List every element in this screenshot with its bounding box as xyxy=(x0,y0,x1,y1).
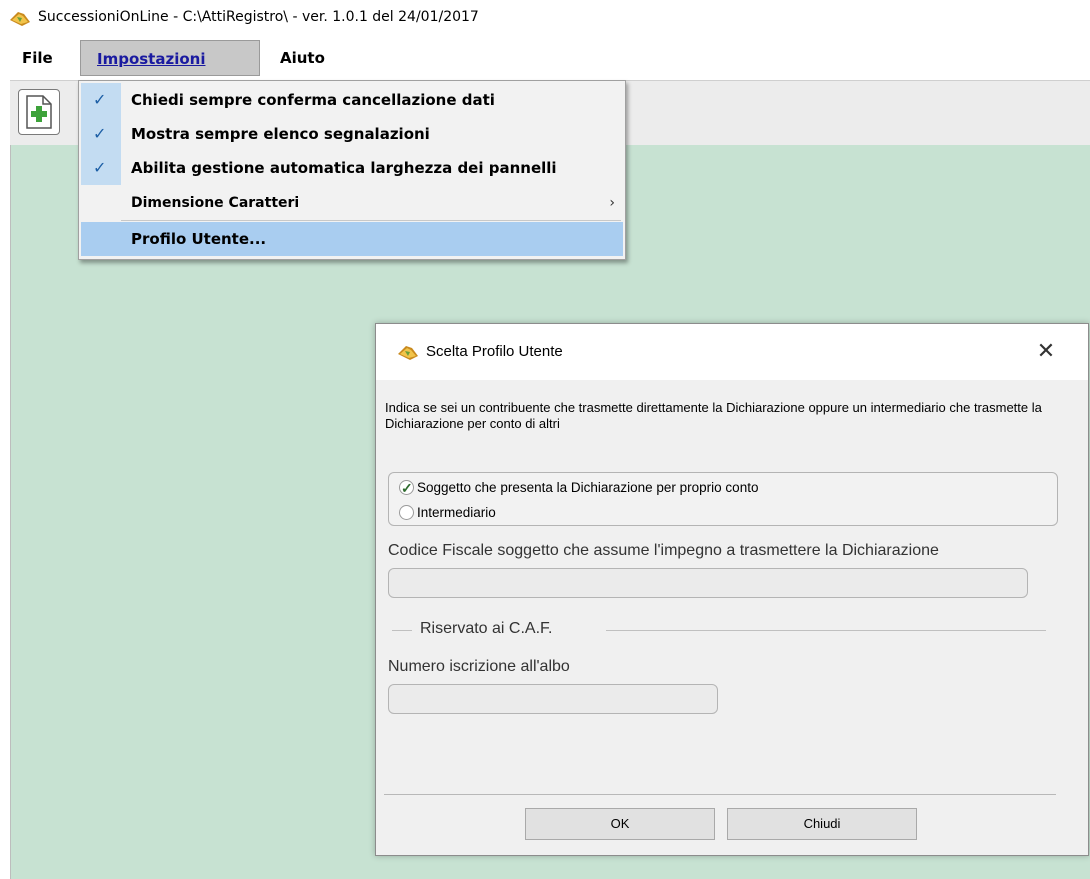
radio-label: Intermediario xyxy=(417,505,496,520)
dialog-title: Scelta Profilo Utente xyxy=(426,343,563,360)
ok-button[interactable]: OK xyxy=(525,808,715,840)
dialog-separator xyxy=(384,794,1056,795)
menu-item-label: Dimensione Caratteri xyxy=(131,195,300,211)
new-document-icon xyxy=(26,95,52,129)
impostazioni-dropdown-menu: ✓ Chiedi sempre conferma cancellazione d… xyxy=(78,80,626,260)
radio-label: Soggetto che presenta la Dichiarazione p… xyxy=(417,480,759,495)
dialog-description: Indica se sei un contribuente che trasme… xyxy=(385,400,1042,431)
codice-fiscale-input[interactable] xyxy=(388,568,1028,598)
menu-file[interactable]: File xyxy=(22,44,53,72)
menu-aiuto[interactable]: Aiuto xyxy=(280,44,325,72)
close-icon[interactable]: ✕ xyxy=(1026,334,1066,370)
menu-item-dimensione-caratteri[interactable]: Dimensione Caratteri › xyxy=(81,188,623,218)
numero-albo-input[interactable] xyxy=(388,684,718,714)
menu-item-label: Chiedi sempre conferma cancellazione dat… xyxy=(131,91,495,109)
menu-item-larghezza-pannelli[interactable]: ✓ Abilita gestione automatica larghezza … xyxy=(81,151,623,185)
checkmark-icon: ✓ xyxy=(93,90,107,109)
menu-impostazioni[interactable]: Impostazioni xyxy=(80,40,260,76)
caf-group-label: Riservato ai C.A.F. xyxy=(420,620,553,637)
submenu-arrow-icon: › xyxy=(609,195,615,211)
radio-unchecked-icon[interactable] xyxy=(399,505,414,520)
app-logo-icon xyxy=(396,342,420,366)
window-titlebar: SuccessioniOnLine - C:\AttiRegistro\ - v… xyxy=(0,0,1090,36)
menu-item-label: Abilita gestione automatica larghezza de… xyxy=(131,159,557,177)
profile-radio-group: Soggetto che presenta la Dichiarazione p… xyxy=(388,472,1058,526)
menu-item-elenco-segnalazioni[interactable]: ✓ Mostra sempre elenco segnalazioni xyxy=(81,117,623,151)
menu-separator xyxy=(121,220,621,221)
dialog-titlebar: Scelta Profilo Utente ✕ xyxy=(376,324,1088,380)
menu-item-label: Mostra sempre elenco segnalazioni xyxy=(131,125,430,143)
group-divider xyxy=(392,630,412,631)
group-divider xyxy=(606,630,1046,631)
numero-albo-label: Numero iscrizione all'albo xyxy=(388,658,570,675)
window-title: SuccessioniOnLine - C:\AttiRegistro\ - v… xyxy=(38,9,479,25)
new-document-button[interactable] xyxy=(18,89,60,135)
codice-fiscale-label: Codice Fiscale soggetto che assume l'imp… xyxy=(388,542,939,559)
checkmark-icon: ✓ xyxy=(93,124,107,143)
menu-item-label: Profilo Utente... xyxy=(131,230,267,248)
chiudi-button[interactable]: Chiudi xyxy=(727,808,917,840)
radio-checked-icon[interactable] xyxy=(399,477,414,499)
menu-item-profilo-utente[interactable]: Profilo Utente... xyxy=(81,222,623,256)
app-logo-icon xyxy=(8,8,32,28)
scelta-profilo-dialog: Scelta Profilo Utente ✕ Indica se sei un… xyxy=(375,323,1089,856)
checkmark-icon: ✓ xyxy=(93,158,107,177)
menu-item-conferma-cancellazione[interactable]: ✓ Chiedi sempre conferma cancellazione d… xyxy=(81,83,623,117)
menubar: File Impostazioni Aiuto xyxy=(0,36,1090,78)
